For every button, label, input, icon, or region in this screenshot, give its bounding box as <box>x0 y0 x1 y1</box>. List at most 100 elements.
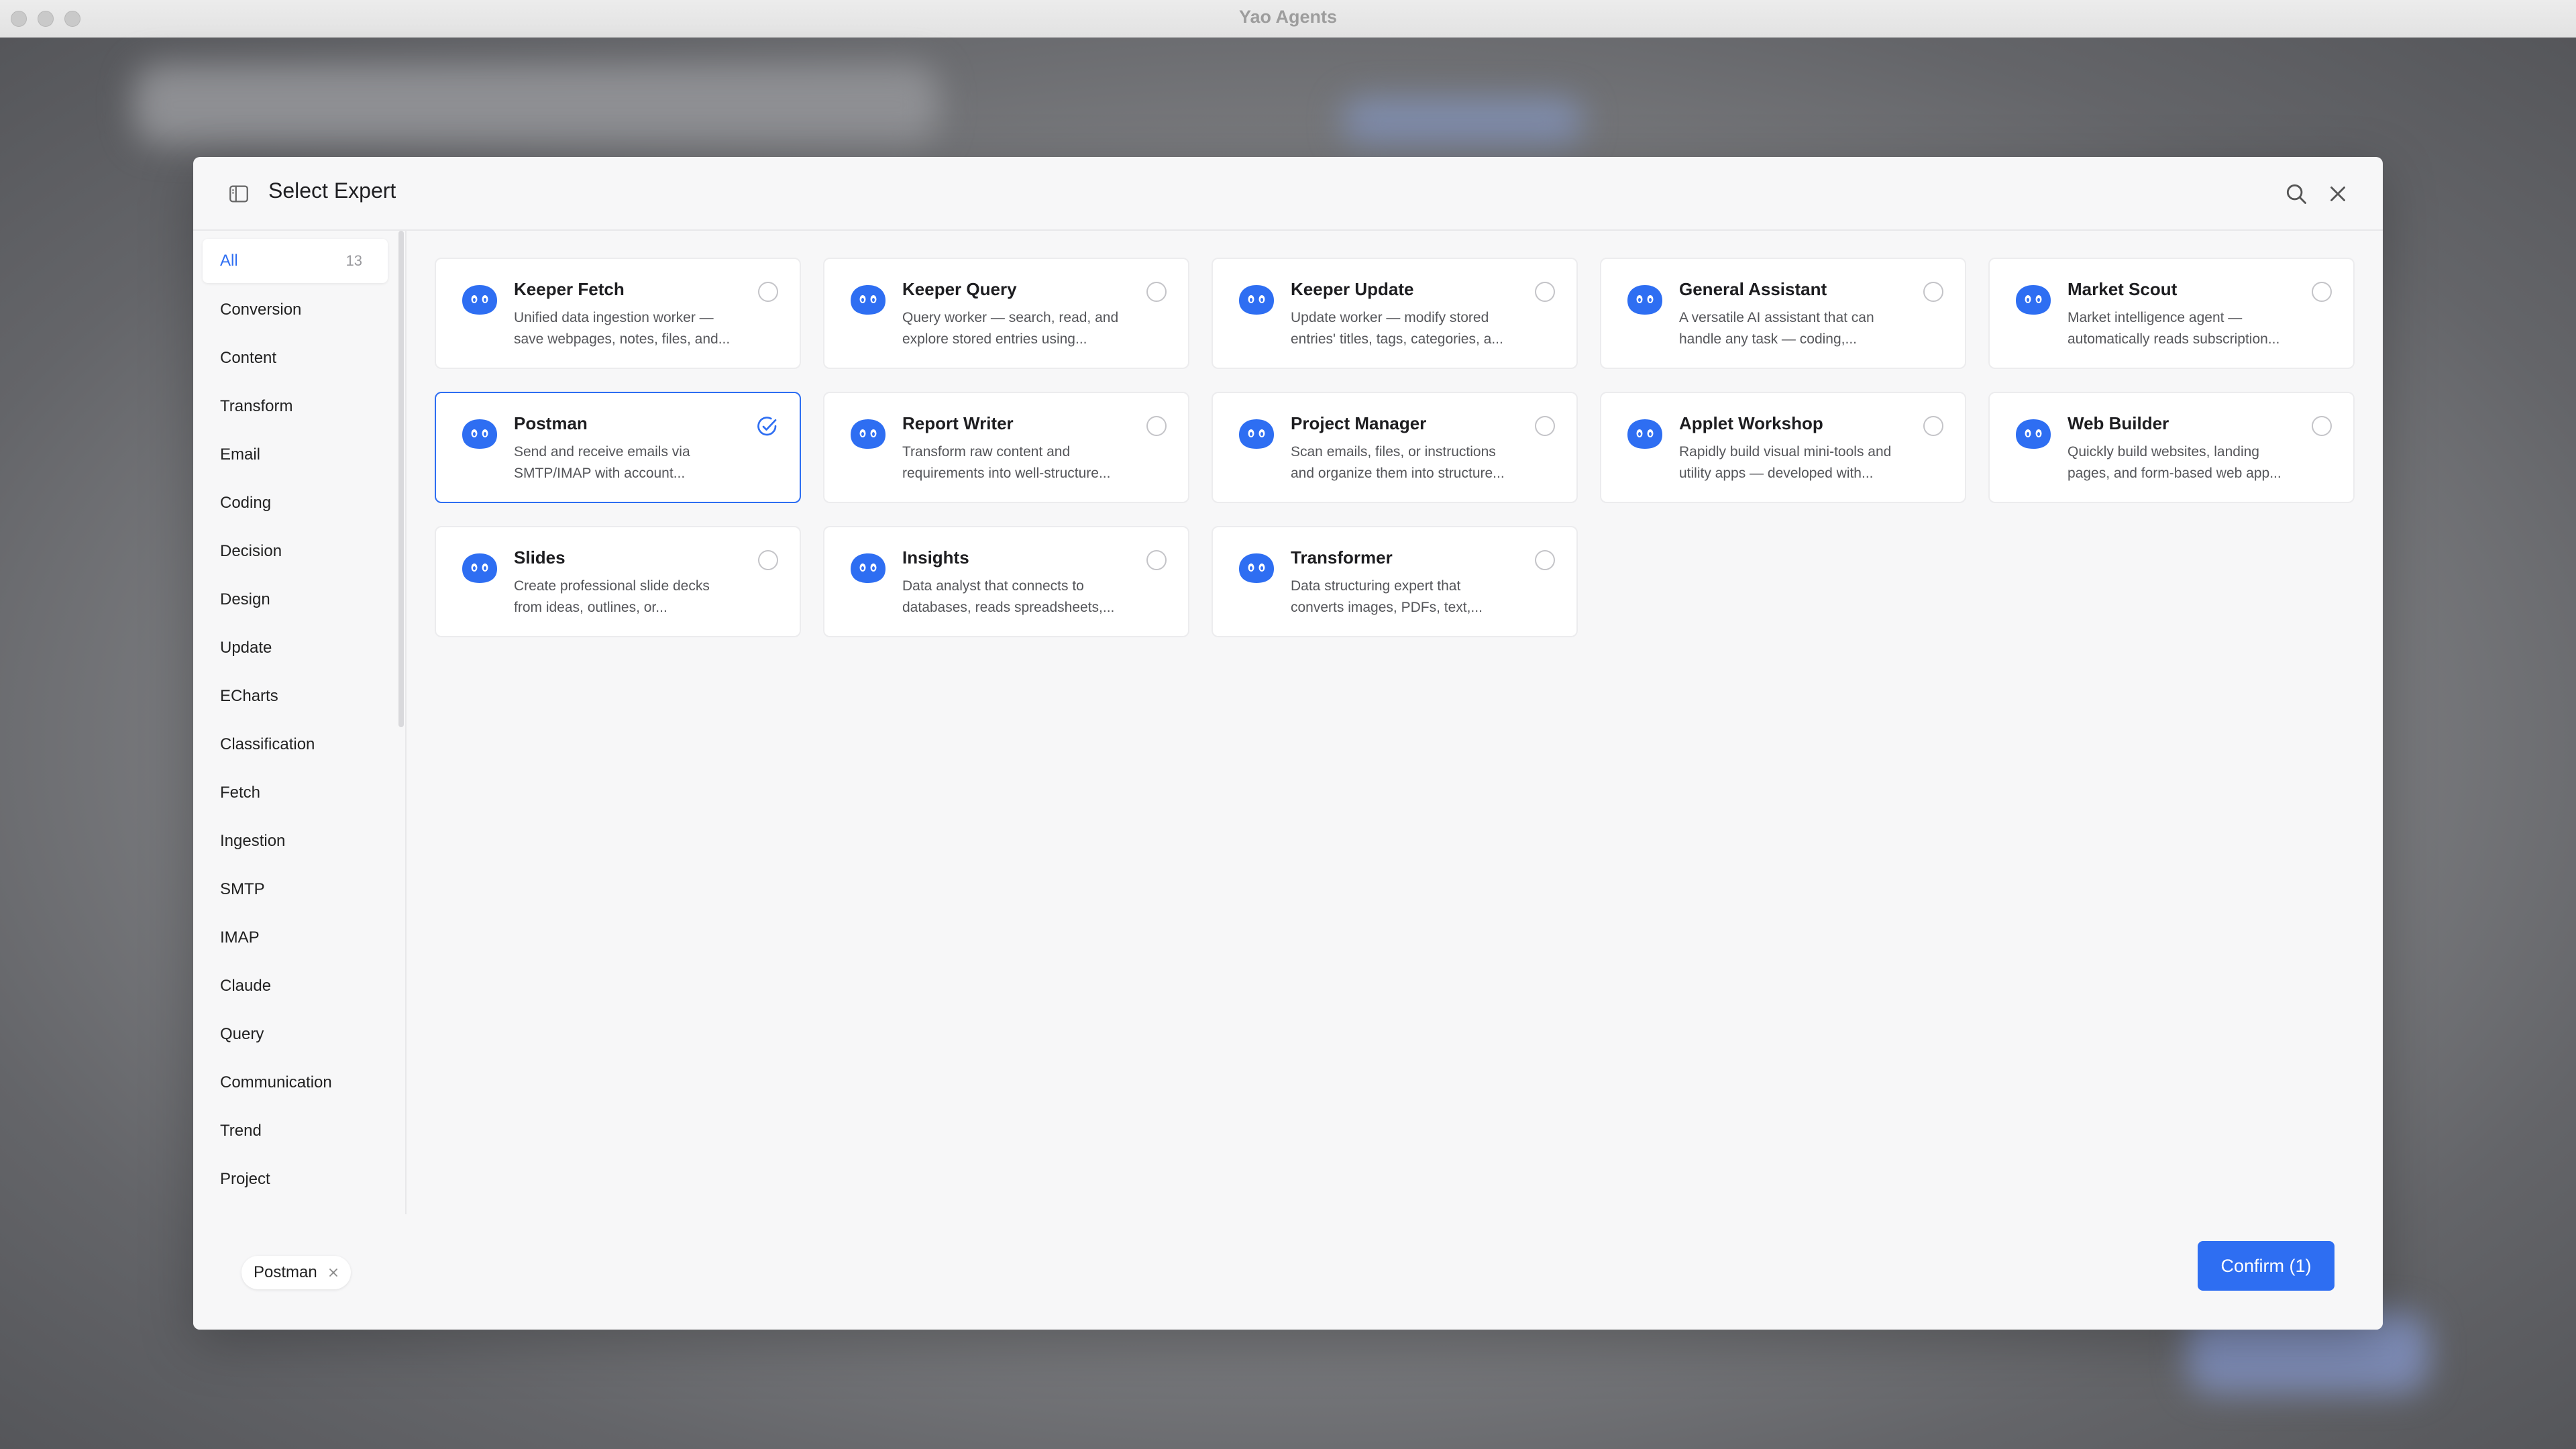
expert-description-line: Send and receive emails via <box>514 444 690 460</box>
expert-name: Web Builder <box>2068 413 2169 433</box>
expert-name: General Assistant <box>1679 279 1827 299</box>
robot-avatar-icon <box>462 553 497 583</box>
expert-description: Data analyst that connects to databases, … <box>902 576 1137 619</box>
sidebar-item-label: Email <box>220 445 261 464</box>
sidebar-item-fetch[interactable]: Fetch <box>203 771 388 815</box>
select-radio[interactable] <box>2312 282 2332 302</box>
select-radio[interactable] <box>1146 416 1167 436</box>
window-title: Yao Agents <box>1238 7 1338 27</box>
select-radio[interactable] <box>1535 550 1555 570</box>
sidebar-item-coding[interactable]: Coding <box>203 481 388 525</box>
select-radio[interactable] <box>758 282 778 302</box>
sidebar-item-ingestion[interactable]: Ingestion <box>203 819 388 863</box>
expert-card-keeper-update[interactable]: Keeper Update Update worker — modify stor… <box>1212 258 1578 369</box>
expert-description: Unified data ingestion worker — save webp… <box>514 307 749 350</box>
search-icon[interactable] <box>2284 181 2309 207</box>
expert-description-line: Transform raw content and <box>902 444 1071 460</box>
expert-description-line: save webpages, notes, files, and... <box>514 331 731 347</box>
sidebar-item-echarts[interactable]: ECharts <box>203 674 388 718</box>
sidebar-item-claude[interactable]: Claude <box>203 964 388 1008</box>
expert-card-slides[interactable]: Slides Create professional slide decks fro… <box>435 526 801 637</box>
expert-card-web-builder[interactable]: Web Builder Quickly build websites, landi… <box>1988 392 2355 503</box>
expert-card-transformer[interactable]: Transformer Data structuring expert that c… <box>1212 526 1578 637</box>
sidebar-item-transform[interactable]: Transform <box>203 384 388 429</box>
robot-avatar-icon <box>851 553 885 583</box>
sidebar-item-all[interactable]: All 13 <box>203 239 388 283</box>
expert-description: Create professional slide decks from idea… <box>514 576 749 619</box>
expert-card-keeper-query[interactable]: Keeper Query Query worker — search, read,… <box>823 258 1189 369</box>
select-radio[interactable] <box>758 550 778 570</box>
expert-description-line: databases, reads spreadsheets,... <box>902 600 1115 615</box>
sidebar-item-label: Claude <box>220 977 272 995</box>
sidebar-item-conversion[interactable]: Conversion <box>203 288 388 332</box>
expert-name: Postman <box>514 413 588 433</box>
expert-description-line: Rapidly build visual mini-tools and <box>1679 444 1892 460</box>
sidebar-scrollbar[interactable] <box>398 231 404 727</box>
expert-name: Insights <box>902 547 969 568</box>
select-radio[interactable] <box>1146 550 1167 570</box>
expert-description-line: from ideas, outlines, or... <box>514 600 667 615</box>
sidebar-item-decision[interactable]: Decision <box>203 529 388 574</box>
expert-description-line: Data analyst that connects to <box>902 578 1084 594</box>
sidebar-item-label: Project <box>220 1170 270 1188</box>
robot-avatar-icon <box>462 285 497 315</box>
sidebar-item-label: SMTP <box>220 880 265 898</box>
sidebar-item-count: 13 <box>345 252 362 269</box>
sidebar-item-content[interactable]: Content <box>203 336 388 380</box>
robot-avatar-icon <box>1239 419 1274 449</box>
expert-description-line: converts images, PDFs, text,... <box>1291 600 1483 615</box>
modal-title: Select Expert <box>268 178 396 203</box>
sidebar-item-query[interactable]: Query <box>203 1012 388 1057</box>
expert-description: Send and receive emails via SMTP/IMAP wit… <box>514 441 749 484</box>
robot-avatar-icon <box>1627 419 1662 449</box>
sidebar-item-email[interactable]: Email <box>203 433 388 477</box>
sidebar-item-label: Decision <box>220 542 282 560</box>
expert-card-insights[interactable]: Insights Data analyst that connects to dat… <box>823 526 1189 637</box>
expert-card-applet-workshop[interactable]: Applet Workshop Rapidly build visual mini… <box>1600 392 1966 503</box>
expert-description-line: requirements into well-structure... <box>902 466 1111 481</box>
check-circle-icon[interactable] <box>755 415 780 439</box>
select-radio[interactable] <box>1535 416 1555 436</box>
expert-card-keeper-fetch[interactable]: Keeper Fetch Unified data ingestion worke… <box>435 258 801 369</box>
select-radio[interactable] <box>1923 416 1943 436</box>
select-radio[interactable] <box>1923 282 1943 302</box>
robot-avatar-icon <box>1627 285 1662 315</box>
sidebar-item-smtp[interactable]: SMTP <box>203 867 388 912</box>
expert-card-postman[interactable]: Postman Send and receive emails via SMTP/I… <box>435 392 801 503</box>
expert-card-report-writer[interactable]: Report Writer Transform raw content and re… <box>823 392 1189 503</box>
expert-name: Market Scout <box>2068 279 2178 299</box>
expert-description-line: SMTP/IMAP with account... <box>514 466 686 481</box>
select-radio[interactable] <box>1146 282 1167 302</box>
sidebar-item-update[interactable]: Update <box>203 626 388 670</box>
sidebar-item-project[interactable]: Project <box>203 1157 388 1201</box>
expert-name: Report Writer <box>902 413 1014 433</box>
chip-remove-icon[interactable] <box>327 1266 340 1279</box>
expert-name: Keeper Query <box>902 279 1017 299</box>
robot-avatar-icon <box>2016 285 2051 315</box>
sidebar-item-imap[interactable]: IMAP <box>203 916 388 960</box>
select-expert-modal: Select Expert All 13 Conversion Content Tran… <box>193 157 2383 1330</box>
sidebar-item-label: Trend <box>220 1122 262 1140</box>
expert-description: Data structuring expert that converts ima… <box>1291 576 1525 619</box>
expert-description-line: Query worker — search, read, and <box>902 310 1119 325</box>
expert-name: Applet Workshop <box>1679 413 1823 433</box>
confirm-button[interactable]: Confirm (1) <box>2198 1241 2334 1291</box>
sidebar-item-label: Fetch <box>220 784 261 802</box>
expert-card-project-manager[interactable]: Project Manager Scan emails, files, or in… <box>1212 392 1578 503</box>
sidebar-item-classification[interactable]: Classification <box>203 722 388 767</box>
select-radio[interactable] <box>1535 282 1555 302</box>
robot-avatar-icon <box>2016 419 2051 449</box>
sidebar-item-label: Transform <box>220 397 293 415</box>
sidebar-item-communication[interactable]: Communication <box>203 1061 388 1105</box>
sidebar-panel-icon[interactable] <box>227 182 251 205</box>
expert-card-general-assistant[interactable]: General Assistant A versatile AI assistan… <box>1600 258 1966 369</box>
expert-description: Update worker — modify stored entries' ti… <box>1291 307 1525 350</box>
expert-card-market-scout[interactable]: Market Scout Market intelligence agent — a… <box>1988 258 2355 369</box>
expert-description-line: Quickly build websites, landing <box>2068 444 2259 460</box>
expert-description-line: Data structuring expert that <box>1291 578 1461 594</box>
sidebar-item-trend[interactable]: Trend <box>203 1109 388 1153</box>
close-icon[interactable] <box>2325 181 2351 207</box>
category-sidebar: All 13 Conversion Content Transform Email Codi… <box>193 231 407 1214</box>
select-radio[interactable] <box>2312 416 2332 436</box>
sidebar-item-design[interactable]: Design <box>203 578 388 622</box>
